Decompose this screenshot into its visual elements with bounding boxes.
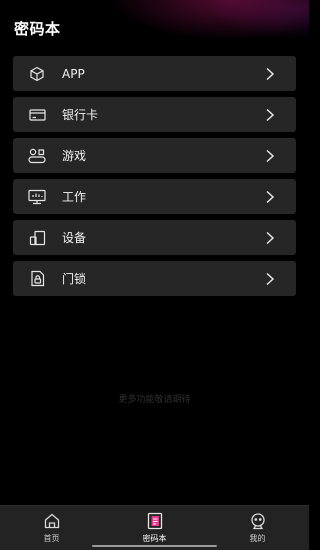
category-label: 银行卡 (62, 108, 99, 122)
tab-home[interactable]: 首页 (0, 506, 103, 550)
category-label: 门锁 (62, 272, 87, 286)
notebook-icon (146, 512, 164, 530)
chevron-right-icon (264, 66, 276, 81)
category-item-app[interactable]: APP (13, 56, 296, 91)
category-item-bank-card[interactable]: 银行卡 (13, 97, 296, 132)
cube-icon (28, 65, 46, 83)
chevron-right-icon (264, 189, 276, 204)
profile-icon (249, 512, 267, 530)
coming-soon-text: 更多功能敬请期待 (118, 395, 191, 405)
tab-profile[interactable]: 我的 (206, 506, 309, 550)
home-icon (43, 512, 61, 530)
category-label: 设备 (62, 231, 87, 245)
category-label: 工作 (62, 190, 87, 204)
monitor-icon (28, 188, 46, 206)
category-item-door-lock[interactable]: 门锁 (13, 261, 296, 296)
tab-password-book[interactable]: 密码本 (103, 506, 206, 550)
bottom-tab-bar: 首页 密码本 我的 (0, 505, 309, 550)
door-lock-icon (28, 270, 46, 288)
category-label: APP (62, 66, 85, 81)
category-item-devices[interactable]: 设备 (13, 220, 296, 255)
chevron-right-icon (264, 230, 276, 245)
category-list: APP 银行卡 游戏 工作 设备 门锁 (13, 56, 296, 302)
home-indicator (92, 545, 217, 547)
category-item-games[interactable]: 游戏 (13, 138, 296, 173)
chevron-right-icon (264, 148, 276, 163)
tab-label: 密码本 (142, 534, 167, 543)
chevron-right-icon (264, 271, 276, 286)
chevron-right-icon (264, 107, 276, 122)
credit-card-icon (28, 106, 46, 124)
page-title: 密码本 (14, 20, 61, 38)
gamepad-icon (28, 147, 46, 165)
category-label: 游戏 (62, 149, 87, 163)
tab-label: 我的 (249, 534, 266, 543)
category-item-work[interactable]: 工作 (13, 179, 296, 214)
devices-icon (28, 229, 46, 247)
tab-label: 首页 (43, 534, 60, 543)
